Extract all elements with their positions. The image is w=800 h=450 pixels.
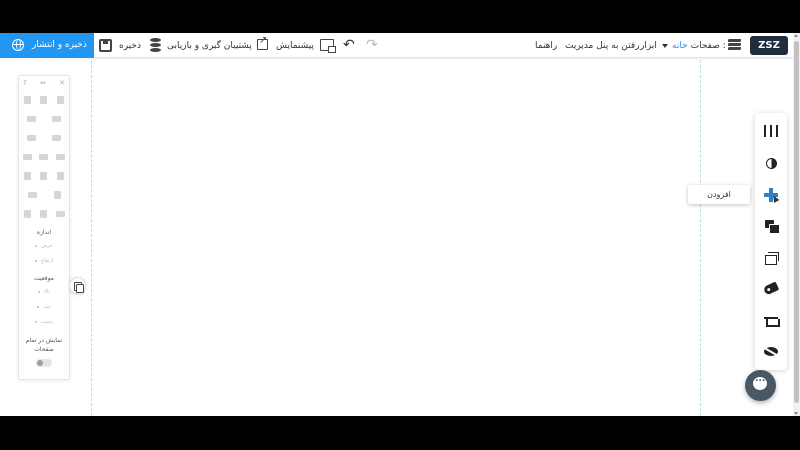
top-toolbar: ذخیره و انتشار ذخیره پشتیبان گیری و بازی…	[0, 33, 800, 58]
copy-icon[interactable]	[23, 95, 31, 104]
hidden-elements-button[interactable]	[755, 335, 787, 367]
shop-button[interactable]	[755, 303, 787, 335]
align-row-4	[19, 147, 69, 166]
fit-width-icon[interactable]	[23, 209, 31, 218]
position-section-title: موقعیت	[34, 275, 54, 282]
save-and-publish-button[interactable]: ذخیره و انتشار	[0, 33, 94, 58]
pages-dropdown[interactable]: خانه صفحات :	[662, 33, 726, 58]
backup-restore-button[interactable]: پشتیبان گیری و بازیابی	[167, 33, 252, 58]
clone-icon	[764, 220, 780, 234]
align-row-7	[19, 204, 69, 223]
align-right-icon[interactable]	[57, 171, 65, 180]
external-link-icon[interactable]	[257, 35, 268, 50]
save-icon[interactable]	[99, 39, 112, 52]
site-logo: ZSZ	[750, 36, 788, 55]
scroll-down-icon[interactable]	[794, 412, 798, 415]
close-icon[interactable]: ✕	[59, 79, 65, 87]
contrast-icon	[765, 157, 777, 169]
chevron-down-icon	[662, 43, 668, 48]
basket-icon	[764, 314, 780, 327]
bring-forward-icon[interactable]	[27, 115, 36, 122]
sliders-icon	[764, 125, 778, 137]
left-field[interactable]: چپ	[19, 300, 69, 315]
popups-button[interactable]	[755, 241, 787, 273]
bring-front-icon[interactable]	[27, 134, 36, 141]
tags-button[interactable]	[755, 272, 787, 304]
fit-height-icon[interactable]	[39, 209, 47, 218]
show-all-pages-toggle[interactable]	[36, 359, 52, 367]
window-restore-icon	[764, 251, 779, 265]
top-field[interactable]: بالا	[19, 285, 69, 300]
copy-element-button[interactable]	[69, 277, 86, 294]
expand-icon[interactable]: ⇔	[40, 79, 46, 87]
fit-both-icon[interactable]	[55, 210, 65, 217]
pages-label: صفحات :	[690, 40, 726, 51]
preview-window-icon[interactable]	[320, 39, 336, 53]
align-left-icon[interactable]	[23, 171, 31, 180]
templates-button[interactable]	[755, 210, 787, 242]
scroll-thumb[interactable]	[794, 41, 799, 403]
add-tooltip: افزودن	[688, 185, 750, 204]
align-bottom-icon[interactable]	[56, 153, 66, 160]
right-field[interactable]: راست	[19, 315, 69, 330]
chat-support-button[interactable]	[745, 370, 776, 401]
align-row-1	[19, 90, 69, 109]
scroll-up-icon[interactable]	[794, 34, 798, 37]
current-page: خانه	[672, 40, 688, 51]
eye-slash-icon	[764, 346, 778, 356]
align-top-icon[interactable]	[22, 153, 32, 160]
theme-button[interactable]	[755, 147, 787, 179]
help-link[interactable]: راهنما	[535, 33, 557, 58]
send-back-icon[interactable]	[52, 134, 61, 141]
preview-button[interactable]: پیشنمایش	[276, 33, 314, 58]
database-icon[interactable]	[150, 38, 161, 52]
align-row-3	[19, 128, 69, 147]
help-icon[interactable]: ?	[23, 79, 27, 87]
properties-panel: ? ⇔ ✕ اندازه عرض ارتفاع موقعیت بالا چپ ر…	[18, 75, 70, 380]
show-all-pages-label: نمایش در تمام صفحات	[25, 337, 63, 353]
distribute-v-icon[interactable]	[53, 190, 61, 199]
height-field[interactable]: ارتفاع	[19, 254, 69, 269]
canvas-guide-right	[700, 60, 701, 416]
publish-label: ذخیره و انتشار	[32, 40, 87, 50]
editor-screen: ذخیره و انتشار ذخیره پشتیبان گیری و بازی…	[0, 33, 800, 416]
paste-icon[interactable]	[40, 95, 48, 104]
delete-icon[interactable]	[57, 95, 65, 104]
align-center-icon[interactable]	[40, 171, 48, 180]
send-backward-icon[interactable]	[52, 115, 61, 122]
distribute-h-icon[interactable]	[27, 191, 37, 198]
admin-panel-link[interactable]: رفتن به پنل مدیریت	[565, 33, 640, 58]
settings-button[interactable]	[755, 115, 787, 147]
align-middle-icon[interactable]	[39, 153, 49, 160]
panel-header: ? ⇔ ✕	[19, 76, 69, 90]
align-row-5	[19, 166, 69, 185]
add-element-button[interactable]	[755, 179, 787, 211]
globe-icon	[12, 39, 24, 51]
undo-icon[interactable]: ↶	[343, 37, 355, 53]
redo-icon[interactable]: ↷	[366, 37, 378, 53]
tools-menu[interactable]: ابزار	[640, 33, 657, 58]
align-row-6	[19, 185, 69, 204]
layers-icon[interactable]	[727, 39, 742, 52]
tag-icon	[762, 280, 780, 296]
vertical-scrollbar[interactable]	[793, 33, 800, 416]
canvas-guide-left	[91, 60, 92, 416]
save-button[interactable]: ذخیره	[119, 33, 141, 58]
size-section-title: اندازه	[36, 229, 52, 236]
width-field[interactable]: عرض	[19, 239, 69, 254]
align-row-2	[19, 109, 69, 128]
right-toolbar	[755, 113, 787, 370]
